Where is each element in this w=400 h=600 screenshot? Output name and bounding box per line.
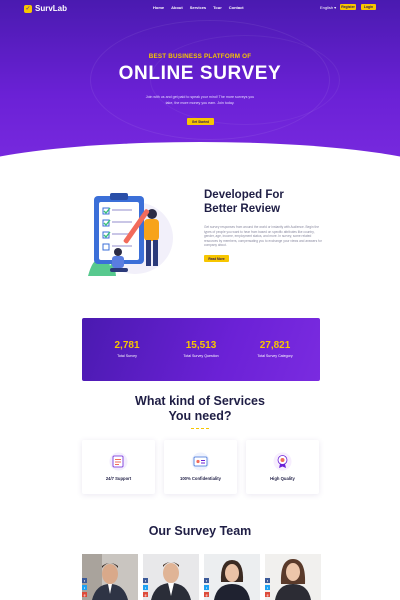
google-plus-icon[interactable]: g [204,592,209,597]
team-member-photo [143,554,199,600]
quality-icon [273,452,292,471]
chevron-down-icon: ▾ [334,5,337,10]
facebook-icon[interactable]: f [82,578,87,583]
hero-subtitle: BEST BUSINESS PLATFORM OF [148,53,252,60]
facebook-icon[interactable]: f [204,578,209,583]
support-icon [109,452,128,471]
about-title: Developed For Better Review [204,188,324,216]
facebook-icon[interactable]: f [265,578,270,583]
hero-description: Join with us and get paid to speak your … [145,95,255,105]
menu-item-home[interactable]: Home [153,5,164,10]
team-member-photo [82,554,138,600]
about-title-line1: Developed For [204,189,284,201]
about-description: Get survey responses from around the wor… [204,225,322,248]
hero-section: ✓ SurvLab Home About Services Tour Conta… [0,0,400,175]
service-label: 24/7 Support [105,476,132,481]
survey-landing-page: ✓ SurvLab Home About Services Tour Conta… [0,0,400,600]
twitter-icon[interactable]: t [143,585,148,590]
service-label: 100% Confidentiality [180,476,221,481]
stats-banner: 2,781 Total Survey 15,513 Total Survey Q… [82,318,320,381]
confidentiality-icon [191,452,210,471]
services-title: What kind of Services You need? [0,394,400,424]
hero-bottom-curve [0,142,400,175]
team-member-card[interactable]: f t g [265,554,321,600]
google-plus-icon[interactable]: g [143,592,148,597]
twitter-icon[interactable]: t [265,585,270,590]
twitter-icon[interactable]: t [204,585,209,590]
google-plus-icon[interactable]: g [82,592,87,597]
logo[interactable]: ✓ SurvLab [24,4,67,13]
menu-item-contact[interactable]: Contact [229,5,244,10]
read-more-button[interactable]: Read More [204,255,229,262]
stat-number: 27,821 [259,340,291,351]
services-title-line1: What kind of Services [135,394,265,408]
twitter-icon[interactable]: t [82,585,87,590]
team-member-card[interactable]: f t g [143,554,199,600]
about-title-line2: Better Review [204,203,281,215]
team-title: Our Survey Team [148,524,252,538]
team-member-photo [265,554,321,600]
team-member-photo [204,554,260,600]
hero-title: ONLINE SURVEY [118,63,282,84]
stat-label: Total Survey Category [257,354,293,358]
survey-clipboard-illustration [88,193,173,276]
stat-label: Total Survey [117,354,137,358]
stat-number: 2,781 [114,340,140,351]
menu-item-tour[interactable]: Tour [213,5,222,10]
register-button[interactable]: Register [340,4,356,10]
get-started-button[interactable]: Get Started [187,118,214,125]
main-menu: Home About Services Tour Contact [153,5,244,10]
service-card-confidentiality[interactable]: 100% Confidentiality [164,440,237,494]
team-member-card[interactable]: f t g [204,554,260,600]
stat-item: 2,781 Total Survey [92,340,162,358]
services-title-line2: You need? [168,409,232,423]
stat-label: Total Survey Question [183,354,219,358]
google-plus-icon[interactable]: g [265,592,270,597]
language-label: English [320,5,334,10]
login-button[interactable]: Login [361,4,376,10]
language-selector[interactable]: English ▾ [320,5,336,10]
facebook-icon[interactable]: f [143,578,148,583]
logo-icon: ✓ [24,4,32,13]
stat-item: 27,821 Total Survey Category [240,340,310,358]
service-card-quality[interactable]: High Quality [246,440,319,494]
team-member-card[interactable]: f t g [82,554,138,600]
stat-number: 15,513 [185,340,217,351]
menu-item-about[interactable]: About [171,5,183,10]
title-divider [191,428,209,430]
service-card-support[interactable]: 24/7 Support [82,440,155,494]
menu-item-services[interactable]: Services [190,5,206,10]
stat-item: 15,513 Total Survey Question [166,340,236,358]
logo-text: SurvLab [35,4,68,13]
top-navigation: ✓ SurvLab Home About Services Tour Conta… [0,0,400,16]
service-label: High Quality [270,476,295,481]
